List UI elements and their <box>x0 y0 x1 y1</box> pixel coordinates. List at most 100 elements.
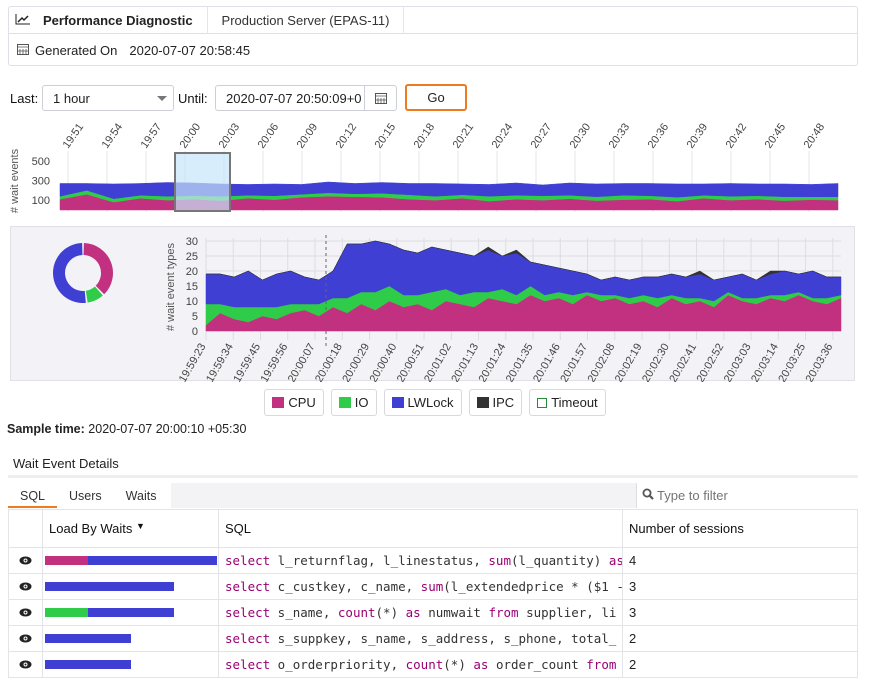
sessions-header[interactable]: Number of sessions <box>622 509 858 548</box>
selection-brush <box>174 152 231 212</box>
view-cell <box>8 573 43 600</box>
eye-icon[interactable] <box>19 605 32 620</box>
sql-text: select s_name, count(*) as numwait from … <box>225 605 617 620</box>
tab-waits[interactable]: Waits <box>114 483 169 508</box>
load-bar-cell <box>42 573 219 600</box>
sessions-cell: 2 <box>622 625 858 652</box>
calendar-icon <box>17 43 29 58</box>
legend-item-ipc[interactable]: IPC <box>468 389 523 416</box>
sessions-cell: 3 <box>622 573 858 600</box>
x-tick-label: 20:00:40 <box>368 342 400 383</box>
legend-item-cpu[interactable]: CPU <box>264 389 324 416</box>
y-axis-label: # wait events <box>9 148 21 213</box>
x-tick-label: 20:21 <box>451 121 477 150</box>
x-tick-label: 20:09 <box>295 121 321 150</box>
x-tick-label: 20:06 <box>256 121 282 150</box>
load-bar <box>45 634 218 643</box>
sql-text: select c_custkey, c_name, sum(l_extended… <box>225 579 623 594</box>
y-tick-label: 100 <box>32 195 50 207</box>
legend-item-timeout[interactable]: Timeout <box>529 389 606 416</box>
eye-icon[interactable] <box>19 631 32 646</box>
sql-text: select o_orderpriority, count(*) as orde… <box>225 657 617 672</box>
x-tick-label: 20:36 <box>646 121 672 150</box>
x-tick-label: 19:59:56 <box>259 342 291 383</box>
tab-sql[interactable]: SQL <box>8 483 58 508</box>
table-row[interactable]: select s_suppkey, s_name, s_address, s_p… <box>8 625 858 652</box>
sample-time: Sample time: 2020-07-07 20:00:10 +05:30 <box>7 422 246 436</box>
overview-chart[interactable]: 19:51 19:54 19:57 20:00 20:03 20:06 20:09 20:12… <box>0 115 870 215</box>
generated-value: 2020-07-07 20:58:45 <box>129 42 251 58</box>
load-segment-lwlock <box>88 556 217 565</box>
load-bar-cell <box>42 625 219 652</box>
wait-events-table: Load By Waits ▼ SQL Number of sessions s… <box>8 509 858 678</box>
square-filled-icon <box>391 397 404 408</box>
x-tick-label: 20:27 <box>529 121 555 150</box>
x-tick-label: 20:01:02 <box>422 342 454 383</box>
eye-icon[interactable] <box>19 579 32 594</box>
breadcrumb: Performance Diagnostic Production Server… <box>9 6 857 34</box>
legend-item-io[interactable]: IO <box>330 389 377 416</box>
last-period-value: 1 hour <box>53 91 90 106</box>
until-input[interactable] <box>216 86 364 110</box>
eye-icon[interactable] <box>19 553 32 568</box>
x-tick-label: 19:59:34 <box>204 342 236 383</box>
wait-types-chart[interactable]: 0 5 10 15 20 25 30 19:59:2319:59:3419:59:4519:5… <box>11 227 856 382</box>
table-row[interactable]: select s_name, count(*) as numwait from … <box>8 599 858 626</box>
load-bar-cell <box>42 547 219 574</box>
table-row[interactable]: select c_custkey, c_name, sum(l_extended… <box>8 573 858 600</box>
load-bar <box>45 608 218 617</box>
sort-desc-icon: ▼ <box>135 521 145 531</box>
until-field <box>215 85 397 111</box>
eye-icon[interactable] <box>19 657 32 672</box>
y-tick-label: 300 <box>32 176 50 188</box>
calendar-icon[interactable] <box>364 86 396 110</box>
x-tick-label: 20:00:18 <box>313 342 345 383</box>
table-row[interactable]: select o_orderpriority, count(*) as orde… <box>8 651 858 678</box>
breadcrumb-label: Production Server (EPAS-11) <box>221 12 390 28</box>
x-tick-label: 20:01:13 <box>449 342 481 383</box>
square-filled-icon <box>272 397 285 408</box>
legend-item-lwlock[interactable]: LWLock <box>383 389 462 416</box>
generated-label: Generated On <box>35 42 118 58</box>
breadcrumb-server[interactable]: Production Server (EPAS-11) <box>208 6 405 34</box>
column-label: Load By Waits <box>49 521 133 536</box>
x-tick-label: 20:01:46 <box>531 342 563 383</box>
x-tick-label: 19:59:23 <box>177 342 209 383</box>
line-chart-icon <box>15 13 37 28</box>
x-tick-label: 20:02:30 <box>640 342 672 383</box>
sql-header[interactable]: SQL <box>218 509 623 548</box>
legend-label: LWLock <box>407 395 454 410</box>
breadcrumb-performance-diagnostic[interactable]: Performance Diagnostic <box>9 6 208 34</box>
y-tick-label: 500 <box>32 156 50 168</box>
sql-text: select s_suppkey, s_name, s_address, s_p… <box>225 631 617 646</box>
view-cell <box>8 625 43 652</box>
x-tick-label: 20:18 <box>412 121 438 150</box>
table-row[interactable]: select l_returnflag, l_linestatus, sum(l… <box>8 547 858 574</box>
load-segment-lwlock <box>45 582 174 591</box>
x-tick-label: 20:03:25 <box>776 342 808 383</box>
load-bar-cell <box>42 651 219 678</box>
details-tabs: SQL Users Waits <box>8 483 171 508</box>
x-tick-label: 20:00:51 <box>395 342 427 383</box>
x-tick-label: 20:01:35 <box>504 342 536 383</box>
x-tick-label: 20:00:07 <box>286 342 318 383</box>
go-button[interactable]: Go <box>405 84 467 111</box>
y-tick-label: 15 <box>186 281 198 293</box>
sql-cell: select s_name, count(*) as numwait from … <box>218 599 623 626</box>
sql-cell: select l_returnflag, l_linestatus, sum(l… <box>218 547 623 574</box>
tab-users[interactable]: Users <box>57 483 114 508</box>
x-tick-label: 20:12 <box>334 121 360 150</box>
load-by-waits-header[interactable]: Load By Waits ▼ <box>42 509 219 548</box>
last-period-select[interactable]: 1 hour <box>42 85 174 111</box>
chart-legend: CPU IO LWLock IPC Timeout <box>0 389 870 416</box>
legend-label: Timeout <box>551 395 598 410</box>
load-segment-lwlock <box>88 608 174 617</box>
square-filled-icon <box>476 397 489 408</box>
wait-event-details-title: Wait Event Details <box>13 456 119 471</box>
load-segment-io <box>45 608 88 617</box>
filter-input[interactable] <box>657 488 847 503</box>
x-tick-label: 20:03:36 <box>804 342 836 383</box>
square-outline-icon <box>537 397 548 408</box>
load-segment-lwlock <box>45 634 131 643</box>
sql-cell: select s_suppkey, s_name, s_address, s_p… <box>218 625 623 652</box>
